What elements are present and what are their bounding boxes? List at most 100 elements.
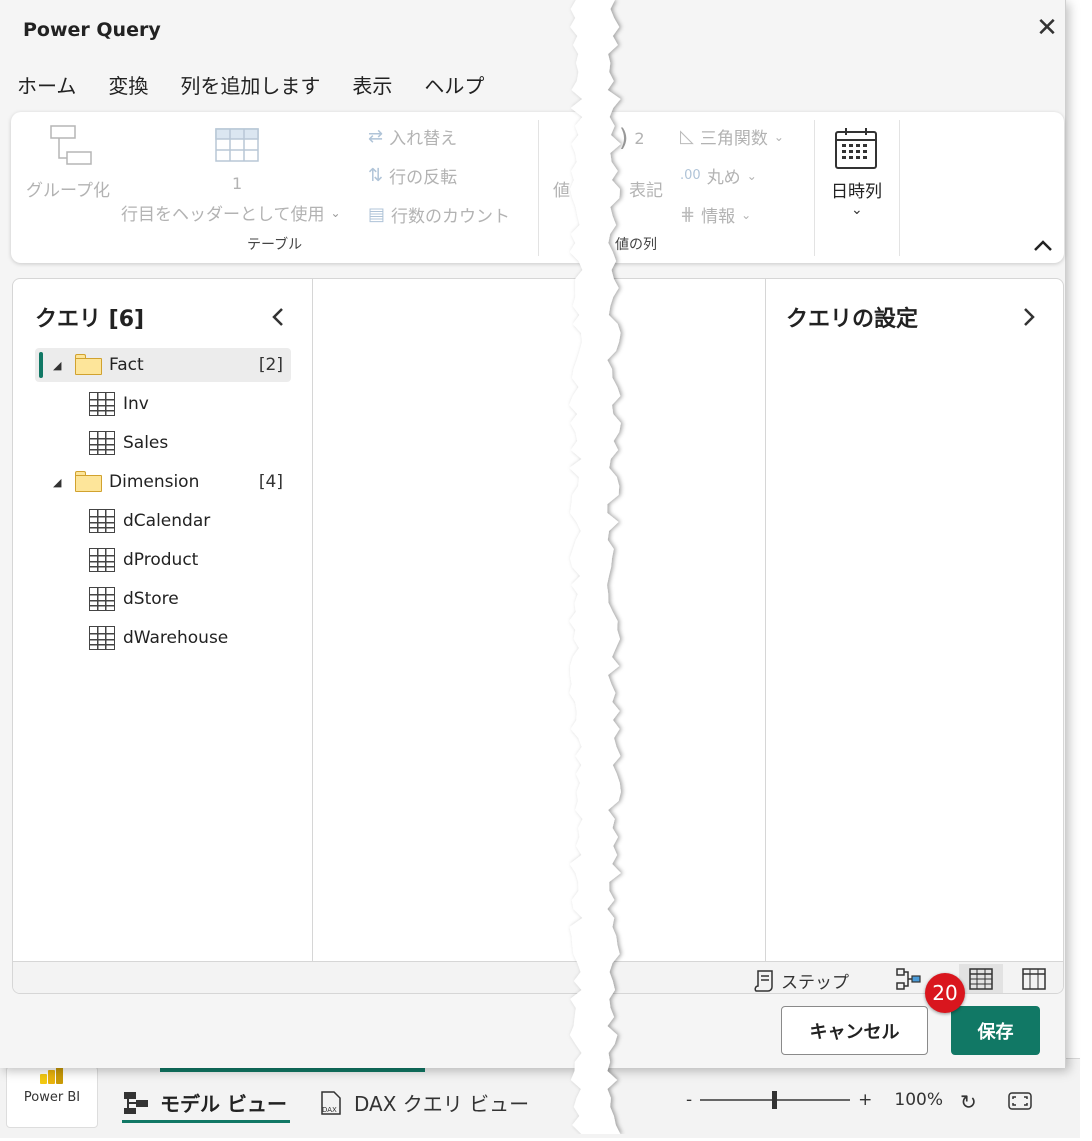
folder-label: Dimension [109, 472, 200, 492]
steps-icon [754, 969, 773, 992]
powerbi-logo-icon [38, 1066, 64, 1084]
zoom-level: 100% [894, 1090, 943, 1110]
value-button-partial[interactable]: 値 [553, 176, 570, 201]
zoom-slider-thumb[interactable] [772, 1091, 778, 1109]
count-rows-icon: ▤ [368, 204, 386, 225]
transpose-button[interactable]: ⇄ 入れ替え [368, 124, 457, 149]
dax-icon-text: DAX [322, 1106, 337, 1114]
tab-add-column[interactable]: 列を追加します [180, 70, 320, 105]
table-icon [89, 509, 115, 533]
query-label: Sales [123, 433, 169, 453]
use-first-row-icon [215, 128, 259, 162]
reverse-rows-button[interactable]: ⇅ 行の反転 [368, 163, 457, 188]
tab-dax-query-view[interactable]: DAX DAX クエリ ビュー [318, 1088, 529, 1117]
tab-transform[interactable]: 変換 [108, 70, 148, 105]
datetime-column-label: 日時列 [831, 182, 882, 202]
query-item-dproduct[interactable]: dProduct [35, 543, 291, 577]
step-number-badge: 20 [925, 973, 965, 1013]
information-label: 情報 [701, 207, 736, 227]
number-column-group-label: 値の列 [615, 237, 657, 253]
trigonometry-button[interactable]: ◺ 三角関数 ⌄ [680, 124, 784, 149]
folder-dimension[interactable]: ◢ Dimension [4] [35, 465, 291, 499]
calendar-icon [835, 128, 877, 169]
group-by-button[interactable]: グループ化 [26, 176, 110, 201]
caret-expanded-icon[interactable]: ◢ [53, 359, 61, 372]
ribbon: グループ化 1 行目をヘッダーとして使用 ⌄ ⇄ 入れ替え ⇅ 行の反転 ▤ 行… [11, 112, 1064, 263]
model-view-label: モデル ビュー [160, 1092, 287, 1116]
table-icon [89, 431, 115, 455]
rounding-icon: .00 [680, 168, 701, 183]
rounding-label: 丸め [706, 168, 741, 188]
caret-expanded-icon[interactable]: ◢ [53, 476, 61, 489]
notation-button-partial[interactable]: 表記 [629, 176, 663, 201]
folder-icon [75, 471, 102, 492]
table-view-button[interactable] [959, 964, 1003, 993]
ribbon-separator [899, 120, 900, 256]
transpose-label: 入れ替え [389, 129, 458, 149]
reverse-rows-icon: ⇅ [368, 165, 384, 186]
query-item-dstore[interactable]: dStore [35, 582, 291, 616]
trigonometry-label: 三角関数 [699, 129, 768, 149]
query-label: dWarehouse [123, 628, 229, 648]
query-item-sales[interactable]: Sales [35, 426, 291, 460]
tab-view[interactable]: 表示 [352, 70, 392, 105]
zoom-out-button[interactable]: - [686, 1090, 692, 1110]
chevron-down-icon: ⌄ [330, 205, 341, 220]
transpose-icon: ⇄ [368, 126, 384, 147]
query-label: dStore [123, 589, 179, 609]
use-first-row-button[interactable]: 行目をヘッダーとして使用 ⌄ [121, 200, 341, 225]
chevron-down-icon[interactable]: ⌄ [851, 202, 863, 218]
triangle-icon: ◺ [680, 126, 694, 147]
chevron-down-icon: ⌄ [773, 129, 784, 144]
datetime-column-button[interactable]: 日時列 [831, 177, 882, 202]
dax-query-icon: DAX [321, 1090, 341, 1115]
queries-pane: クエリ [6] ◢ Fact [2] Inv Sales ◢ Dimension… [13, 279, 313, 961]
collapse-queries-pane-icon[interactable] [271, 307, 285, 327]
tab-help[interactable]: ヘルプ [424, 70, 484, 105]
ribbon-separator [814, 120, 815, 256]
schema-view-button[interactable] [1012, 964, 1056, 993]
expand-settings-pane-icon[interactable] [1022, 307, 1036, 327]
query-label: dProduct [123, 550, 199, 570]
power-superscript: 2 [634, 128, 645, 148]
table-icon [89, 392, 115, 416]
schema-view-icon [1022, 968, 1046, 990]
folder-icon [75, 354, 102, 375]
tab-home[interactable]: ホーム [17, 70, 76, 105]
save-button[interactable]: 保存 [951, 1006, 1040, 1055]
zoom-slider[interactable] [700, 1091, 851, 1109]
query-item-inv[interactable]: Inv [35, 387, 291, 421]
table-group-label: テーブル [247, 237, 303, 253]
ribbon-tabs: ホーム 変換 列を追加します 表示 ヘルプ [17, 70, 484, 105]
folder-fact[interactable]: ◢ Fact [2] [35, 348, 291, 382]
query-item-dwarehouse[interactable]: dWarehouse [35, 621, 291, 655]
rounding-button[interactable]: .00 丸め ⌄ [680, 163, 757, 188]
powerbi-app-label: Power BI [23, 1090, 81, 1105]
chevron-down-icon: ⌄ [746, 168, 757, 183]
query-label: dCalendar [123, 511, 211, 531]
status-bar: ステップ [13, 961, 1063, 993]
information-button[interactable]: ⋕ 情報 ⌄ [680, 202, 751, 227]
reset-zoom-icon[interactable]: ↻ [960, 1090, 977, 1114]
tab-model-view[interactable]: モデル ビュー [122, 1088, 287, 1117]
steps-label: ステップ [781, 973, 849, 993]
query-label: Inv [123, 394, 149, 414]
close-button[interactable]: ✕ [1034, 15, 1060, 42]
count-rows-button[interactable]: ▤ 行数のカウント [368, 202, 510, 227]
use-first-row-label: 行目をヘッダーとして使用 [121, 205, 325, 225]
steps-button[interactable]: ステップ [753, 968, 849, 993]
zoom-in-button[interactable]: + [858, 1090, 872, 1110]
fit-to-page-icon[interactable] [1008, 1092, 1032, 1110]
cancel-button[interactable]: キャンセル [781, 1006, 928, 1055]
folder-count: [2] [258, 355, 283, 375]
zoom-control: - + 100% [686, 1090, 943, 1110]
use-first-row-line1: 1 [232, 174, 243, 193]
table-view-icon [969, 968, 993, 990]
collapse-ribbon-icon[interactable] [1032, 238, 1054, 252]
chevron-down-icon: ⌄ [741, 207, 752, 222]
query-item-dcalendar[interactable]: dCalendar [35, 504, 291, 538]
group-by-label: グループ化 [26, 181, 110, 201]
table-icon [89, 626, 115, 650]
table-icon [89, 548, 115, 572]
folder-count: [4] [258, 472, 283, 492]
